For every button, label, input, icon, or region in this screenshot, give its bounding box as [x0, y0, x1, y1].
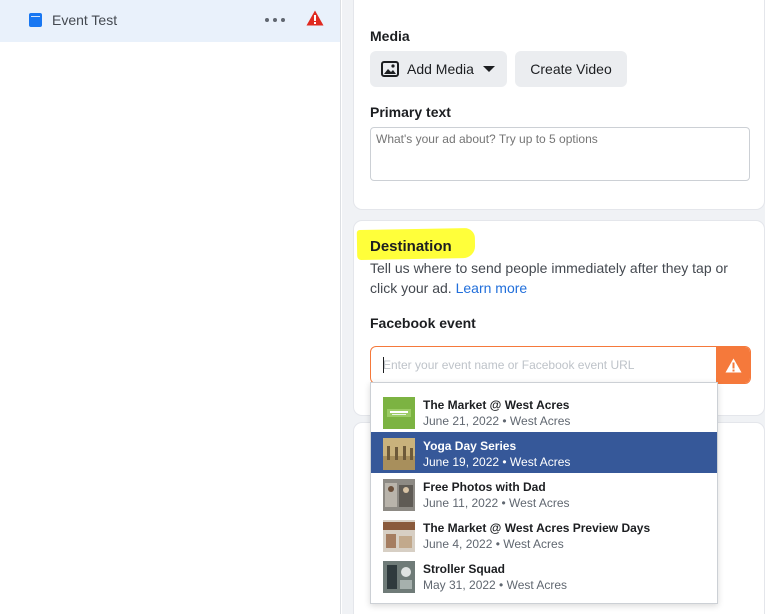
- event-option-meta: May 31, 2022 • West Acres: [423, 578, 568, 592]
- event-option-meta: June 4, 2022 • West Acres: [423, 537, 564, 551]
- facebook-event-field[interactable]: [370, 346, 751, 384]
- destination-description: Tell us where to send people immediately…: [370, 258, 750, 298]
- image-icon: [381, 61, 399, 77]
- caret-down-icon: [483, 66, 495, 72]
- event-option-name: Stroller Squad: [423, 562, 506, 576]
- event-option-meta: June 11, 2022 • West Acres: [423, 496, 570, 510]
- warning-icon: [716, 347, 750, 383]
- event-thumbnail: [383, 397, 415, 429]
- destination-title: Destination: [370, 238, 452, 255]
- event-thumbnail: [383, 438, 415, 470]
- event-thumbnail: [383, 479, 415, 511]
- facebook-event-input[interactable]: [371, 347, 717, 383]
- event-suggestions-dropdown: The Market @ West Acres June 21, 2022 • …: [370, 382, 718, 604]
- event-option-meta: June 21, 2022 • West Acres: [423, 414, 571, 428]
- primary-text-label: Primary text: [370, 104, 451, 120]
- sidebar-item-event-test[interactable]: Event Test: [0, 0, 340, 42]
- campaign-sidebar: Event Test: [0, 0, 341, 614]
- event-option-selected[interactable]: Yoga Day Series June 19, 2022 • West Acr…: [371, 432, 717, 473]
- add-media-label: Add Media: [407, 61, 474, 77]
- warning-icon: [306, 10, 324, 31]
- facebook-event-label: Facebook event: [370, 315, 476, 331]
- event-option-name: The Market @ West Acres: [423, 398, 570, 412]
- destination-description-text: Tell us where to send people immediately…: [370, 260, 728, 296]
- event-option-name: Yoga Day Series: [423, 439, 517, 453]
- event-option[interactable]: The Market @ West Acres June 21, 2022 • …: [371, 391, 717, 432]
- event-option[interactable]: Stroller Squad May 31, 2022 • West Acres: [371, 555, 717, 596]
- event-option-name: Free Photos with Dad: [423, 480, 546, 494]
- event-option[interactable]: Free Photos with Dad June 11, 2022 • Wes…: [371, 473, 717, 514]
- event-option-name: The Market @ West Acres Preview Days: [423, 521, 651, 535]
- add-media-button[interactable]: Add Media: [370, 51, 507, 87]
- media-label: Media: [370, 28, 410, 44]
- ad-icon: [29, 13, 42, 27]
- primary-text-input[interactable]: [370, 127, 750, 181]
- text-cursor: [383, 357, 384, 373]
- event-thumbnail: [383, 561, 415, 593]
- media-card: Media Add Media Create Video Primary tex…: [354, 0, 764, 209]
- event-thumbnail: [383, 520, 415, 552]
- sidebar-item-label: Event Test: [52, 12, 118, 28]
- event-option-meta: June 19, 2022 • West Acres: [423, 455, 571, 469]
- event-option[interactable]: The Market @ West Acres Preview Days Jun…: [371, 514, 717, 555]
- learn-more-link[interactable]: Learn more: [456, 280, 528, 296]
- create-video-button[interactable]: Create Video: [515, 51, 627, 87]
- more-options-icon[interactable]: [265, 18, 285, 22]
